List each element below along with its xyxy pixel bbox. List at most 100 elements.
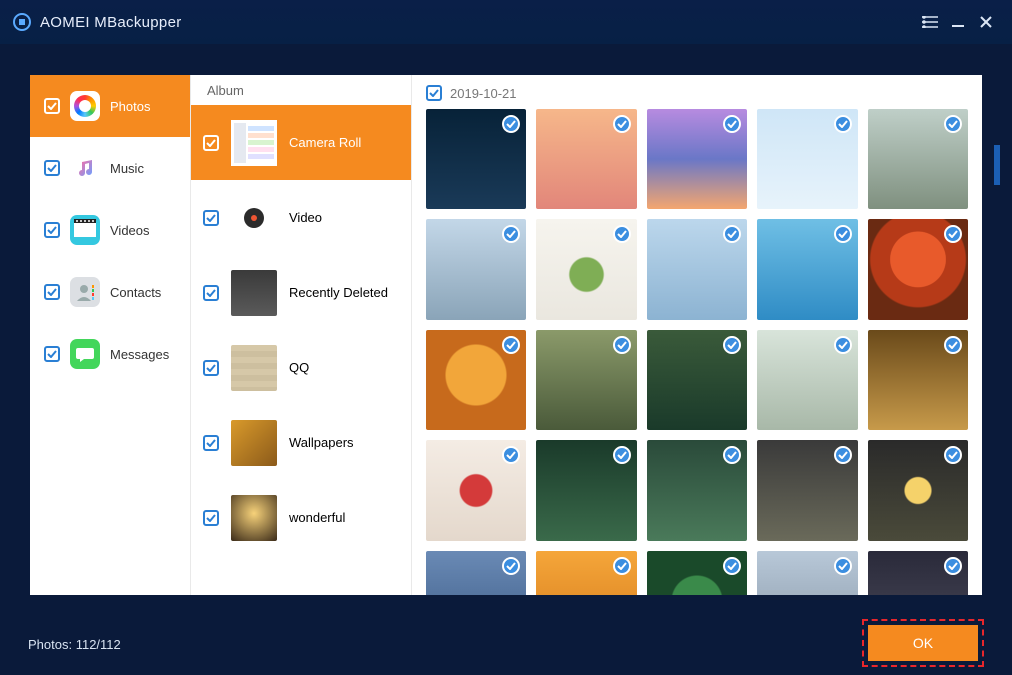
album-thumb	[231, 270, 277, 316]
photo-tile[interactable]	[536, 551, 636, 595]
photo-tile[interactable]	[757, 440, 857, 540]
minimize-icon[interactable]	[944, 8, 972, 36]
sidebar-item-label: Music	[110, 161, 144, 176]
app-title: AOMEI MBackupper	[40, 14, 916, 31]
album-thumb	[231, 345, 277, 391]
selected-check-icon[interactable]	[613, 115, 631, 133]
sidebar-item-contacts[interactable]: Contacts	[30, 261, 190, 323]
sidebar-item-label: Messages	[110, 347, 169, 362]
checkbox-icon[interactable]	[203, 360, 219, 376]
selected-check-icon[interactable]	[502, 115, 520, 133]
photo-tile[interactable]	[536, 330, 636, 430]
checkbox-icon[interactable]	[203, 510, 219, 526]
selected-check-icon[interactable]	[834, 115, 852, 133]
album-label: QQ	[289, 360, 309, 375]
album-item-recently-deleted[interactable]: Recently Deleted	[191, 255, 411, 330]
photo-tile[interactable]	[426, 440, 526, 540]
album-item-camera-roll[interactable]: Camera Roll	[191, 105, 411, 180]
photo-count: Photos: 112/112	[28, 637, 121, 652]
checkbox-icon[interactable]	[44, 222, 60, 238]
videos-icon	[70, 215, 100, 245]
date-label: 2019-10-21	[450, 86, 517, 101]
selected-check-icon[interactable]	[613, 225, 631, 243]
album-label: Camera Roll	[289, 135, 361, 150]
photo-tile[interactable]	[757, 219, 857, 319]
photo-tile[interactable]	[647, 219, 747, 319]
close-icon[interactable]	[972, 8, 1000, 36]
scrollbar[interactable]	[994, 145, 1000, 185]
checkbox-icon[interactable]	[44, 160, 60, 176]
selected-check-icon[interactable]	[502, 336, 520, 354]
sidebar-item-label: Videos	[110, 223, 150, 238]
selected-check-icon[interactable]	[723, 225, 741, 243]
photo-tile[interactable]	[868, 219, 968, 319]
photo-tile[interactable]	[868, 440, 968, 540]
selected-check-icon[interactable]	[944, 336, 962, 354]
album-item-wonderful[interactable]: wonderful	[191, 480, 411, 555]
messages-icon	[70, 339, 100, 369]
photo-tile[interactable]	[647, 109, 747, 209]
album-thumb	[231, 495, 277, 541]
selected-check-icon[interactable]	[834, 446, 852, 464]
selected-check-icon[interactable]	[834, 225, 852, 243]
checkbox-icon[interactable]	[426, 85, 442, 101]
photo-tile[interactable]	[647, 440, 747, 540]
menu-icon[interactable]	[916, 8, 944, 36]
ok-button[interactable]: OK	[868, 625, 978, 661]
selected-check-icon[interactable]	[944, 557, 962, 575]
photo-tile[interactable]	[536, 109, 636, 209]
photo-tile[interactable]	[757, 330, 857, 430]
selected-check-icon[interactable]	[723, 557, 741, 575]
selected-check-icon[interactable]	[834, 336, 852, 354]
date-header[interactable]: 2019-10-21	[420, 85, 974, 101]
photo-tile[interactable]	[426, 219, 526, 319]
album-header: Album	[191, 75, 411, 105]
selected-check-icon[interactable]	[944, 446, 962, 464]
photo-tile[interactable]	[426, 551, 526, 595]
photo-tile[interactable]	[868, 330, 968, 430]
photo-tile[interactable]	[868, 109, 968, 209]
photo-tile[interactable]	[536, 440, 636, 540]
selected-check-icon[interactable]	[723, 115, 741, 133]
selected-check-icon[interactable]	[723, 336, 741, 354]
selected-check-icon[interactable]	[502, 446, 520, 464]
checkbox-icon[interactable]	[44, 98, 60, 114]
sidebar-item-music[interactable]: Music	[30, 137, 190, 199]
checkbox-icon[interactable]	[203, 210, 219, 226]
photo-tile[interactable]	[868, 551, 968, 595]
selected-check-icon[interactable]	[613, 446, 631, 464]
album-thumb	[231, 120, 277, 166]
photo-tile[interactable]	[757, 109, 857, 209]
selected-check-icon[interactable]	[834, 557, 852, 575]
album-label: Recently Deleted	[289, 285, 388, 300]
selected-check-icon[interactable]	[613, 557, 631, 575]
album-list: Album Camera Roll Video Recently Deleted…	[190, 75, 412, 595]
selected-check-icon[interactable]	[723, 446, 741, 464]
album-label: Wallpapers	[289, 435, 354, 450]
contacts-icon	[70, 277, 100, 307]
checkbox-icon[interactable]	[203, 285, 219, 301]
photo-tile[interactable]	[757, 551, 857, 595]
album-item-video[interactable]: Video	[191, 180, 411, 255]
checkbox-icon[interactable]	[44, 346, 60, 362]
sidebar-item-messages[interactable]: Messages	[30, 323, 190, 385]
album-label: Video	[289, 210, 322, 225]
photo-tile[interactable]	[426, 330, 526, 430]
checkbox-icon[interactable]	[203, 435, 219, 451]
album-item-wallpapers[interactable]: Wallpapers	[191, 405, 411, 480]
sidebar-item-videos[interactable]: Videos	[30, 199, 190, 261]
selected-check-icon[interactable]	[502, 225, 520, 243]
photo-tile[interactable]	[647, 330, 747, 430]
checkbox-icon[interactable]	[203, 135, 219, 151]
album-item-qq[interactable]: QQ	[191, 330, 411, 405]
photo-tile[interactable]	[426, 109, 526, 209]
selected-check-icon[interactable]	[944, 115, 962, 133]
photos-icon	[70, 91, 100, 121]
checkbox-icon[interactable]	[44, 284, 60, 300]
selected-check-icon[interactable]	[502, 557, 520, 575]
photo-tile[interactable]	[647, 551, 747, 595]
selected-check-icon[interactable]	[944, 225, 962, 243]
selected-check-icon[interactable]	[613, 336, 631, 354]
photo-tile[interactable]	[536, 219, 636, 319]
sidebar-item-photos[interactable]: Photos	[30, 75, 190, 137]
